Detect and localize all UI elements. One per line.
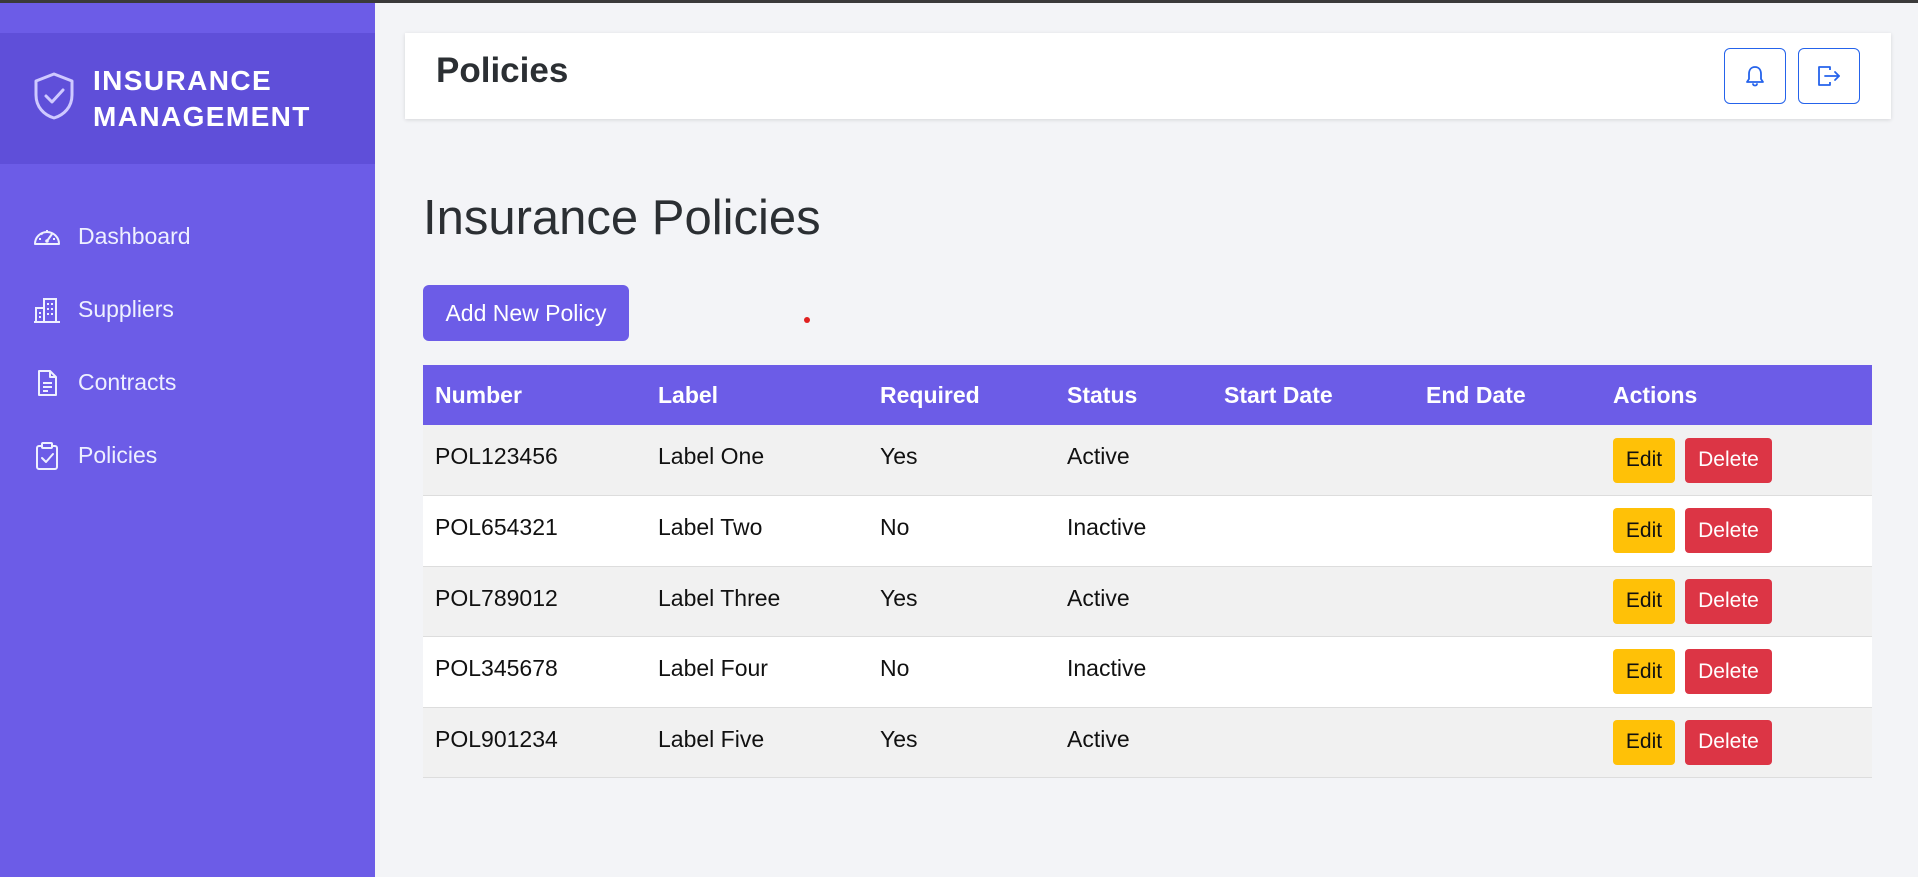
table-header-row: Number Label Required Status Start Date … bbox=[423, 365, 1872, 425]
edit-button[interactable]: Edit bbox=[1613, 578, 1675, 624]
logout-icon bbox=[1818, 66, 1840, 86]
cell-required: Yes bbox=[868, 707, 1055, 778]
column-header-required: Required bbox=[868, 365, 1055, 425]
brand-line-1: INSURANCE bbox=[93, 65, 273, 96]
cursor-marker bbox=[804, 317, 810, 323]
cell-required: No bbox=[868, 636, 1055, 708]
cell-start-date bbox=[1212, 495, 1414, 567]
cell-actions: Edit Delete bbox=[1601, 425, 1872, 496]
bell-icon bbox=[1746, 66, 1764, 87]
cell-end-date bbox=[1414, 566, 1601, 637]
sidebar: INSURANCE MANAGEMENT Dashboard Suppliers… bbox=[0, 0, 375, 877]
cell-actions: Edit Delete bbox=[1601, 707, 1872, 778]
cell-number: POL123456 bbox=[423, 425, 646, 496]
brand-line-2: MANAGEMENT bbox=[93, 101, 311, 132]
brand: INSURANCE MANAGEMENT bbox=[0, 33, 375, 164]
cell-end-date bbox=[1414, 425, 1601, 496]
sidebar-item-label: Policies bbox=[78, 442, 158, 468]
cell-required: Yes bbox=[868, 566, 1055, 637]
column-header-number: Number bbox=[423, 365, 646, 425]
edit-button[interactable]: Edit bbox=[1613, 719, 1675, 765]
sidebar-item-label: Contracts bbox=[78, 369, 177, 395]
cell-start-date bbox=[1212, 425, 1414, 496]
edit-button[interactable]: Edit bbox=[1613, 649, 1675, 695]
cell-required: No bbox=[868, 495, 1055, 567]
column-header-start-date: Start Date bbox=[1212, 365, 1414, 425]
delete-button[interactable]: Delete bbox=[1685, 578, 1772, 624]
cell-number: POL789012 bbox=[423, 566, 646, 637]
column-header-actions: Actions bbox=[1601, 365, 1872, 425]
cell-status: Active bbox=[1055, 425, 1212, 496]
cell-status: Active bbox=[1055, 566, 1212, 637]
cell-required: Yes bbox=[868, 425, 1055, 496]
cell-actions: Edit Delete bbox=[1601, 495, 1872, 567]
cell-status: Active bbox=[1055, 707, 1212, 778]
cell-label: Label Four bbox=[646, 636, 868, 708]
sidebar-item-dashboard[interactable]: Dashboard bbox=[0, 200, 375, 273]
page-title: Policies bbox=[436, 51, 569, 90]
cell-start-date bbox=[1212, 636, 1414, 708]
cell-label: Label One bbox=[646, 425, 868, 496]
section-heading: Insurance Policies bbox=[423, 191, 821, 245]
table-row: POL901234 Label Five Yes Active Edit Dele… bbox=[423, 707, 1872, 778]
delete-button[interactable]: Delete bbox=[1685, 508, 1772, 554]
sidebar-item-contracts[interactable]: Contracts bbox=[0, 346, 375, 419]
cell-start-date bbox=[1212, 707, 1414, 778]
cell-label: Label Three bbox=[646, 566, 868, 637]
building-icon bbox=[34, 297, 60, 323]
notifications-button[interactable] bbox=[1724, 48, 1786, 104]
clipboard-check-icon bbox=[36, 441, 58, 470]
page-header: Policies bbox=[405, 33, 1891, 119]
table-row: POL789012 Label Three Yes Active Edit Del… bbox=[423, 566, 1872, 637]
cell-end-date bbox=[1414, 495, 1601, 567]
sidebar-item-policies[interactable]: Policies bbox=[0, 419, 375, 492]
window-top-border bbox=[0, 0, 1918, 3]
sidebar-nav: Dashboard Suppliers Contracts Policies bbox=[0, 200, 375, 492]
table-row: POL654321 Label Two No Inactive Edit Dele… bbox=[423, 495, 1872, 567]
cell-start-date bbox=[1212, 566, 1414, 637]
sidebar-item-label: Suppliers bbox=[78, 296, 174, 322]
cell-status: Inactive bbox=[1055, 636, 1212, 708]
delete-button[interactable]: Delete bbox=[1685, 649, 1772, 695]
table-row: POL345678 Label Four No Inactive Edit Del… bbox=[423, 636, 1872, 708]
sidebar-item-suppliers[interactable]: Suppliers bbox=[0, 273, 375, 346]
add-new-policy-button[interactable]: Add New Policy bbox=[423, 285, 629, 341]
speedometer-icon bbox=[34, 229, 60, 245]
cell-end-date bbox=[1414, 636, 1601, 708]
cell-label: Label Two bbox=[646, 495, 868, 567]
policies-table: Number Label Required Status Start Date … bbox=[423, 365, 1872, 778]
cell-actions: Edit Delete bbox=[1601, 636, 1872, 708]
cell-label: Label Five bbox=[646, 707, 868, 778]
cell-status: Inactive bbox=[1055, 495, 1212, 567]
cell-number: POL345678 bbox=[423, 636, 646, 708]
cell-number: POL654321 bbox=[423, 495, 646, 567]
sidebar-item-label: Dashboard bbox=[78, 223, 191, 249]
brand-name: INSURANCE MANAGEMENT bbox=[93, 63, 311, 135]
cell-number: POL901234 bbox=[423, 707, 646, 778]
delete-button[interactable]: Delete bbox=[1685, 437, 1772, 483]
table-row: POL123456 Label One Yes Active Edit Delet… bbox=[423, 425, 1872, 496]
cell-actions: Edit Delete bbox=[1601, 566, 1872, 637]
column-header-end-date: End Date bbox=[1414, 365, 1601, 425]
edit-button[interactable]: Edit bbox=[1613, 508, 1675, 554]
document-icon bbox=[38, 369, 57, 396]
shield-check-icon bbox=[34, 72, 74, 120]
cell-end-date bbox=[1414, 707, 1601, 778]
column-header-label: Label bbox=[646, 365, 868, 425]
logout-button[interactable] bbox=[1798, 48, 1860, 104]
delete-button[interactable]: Delete bbox=[1685, 719, 1772, 765]
edit-button[interactable]: Edit bbox=[1613, 437, 1675, 483]
column-header-status: Status bbox=[1055, 365, 1212, 425]
